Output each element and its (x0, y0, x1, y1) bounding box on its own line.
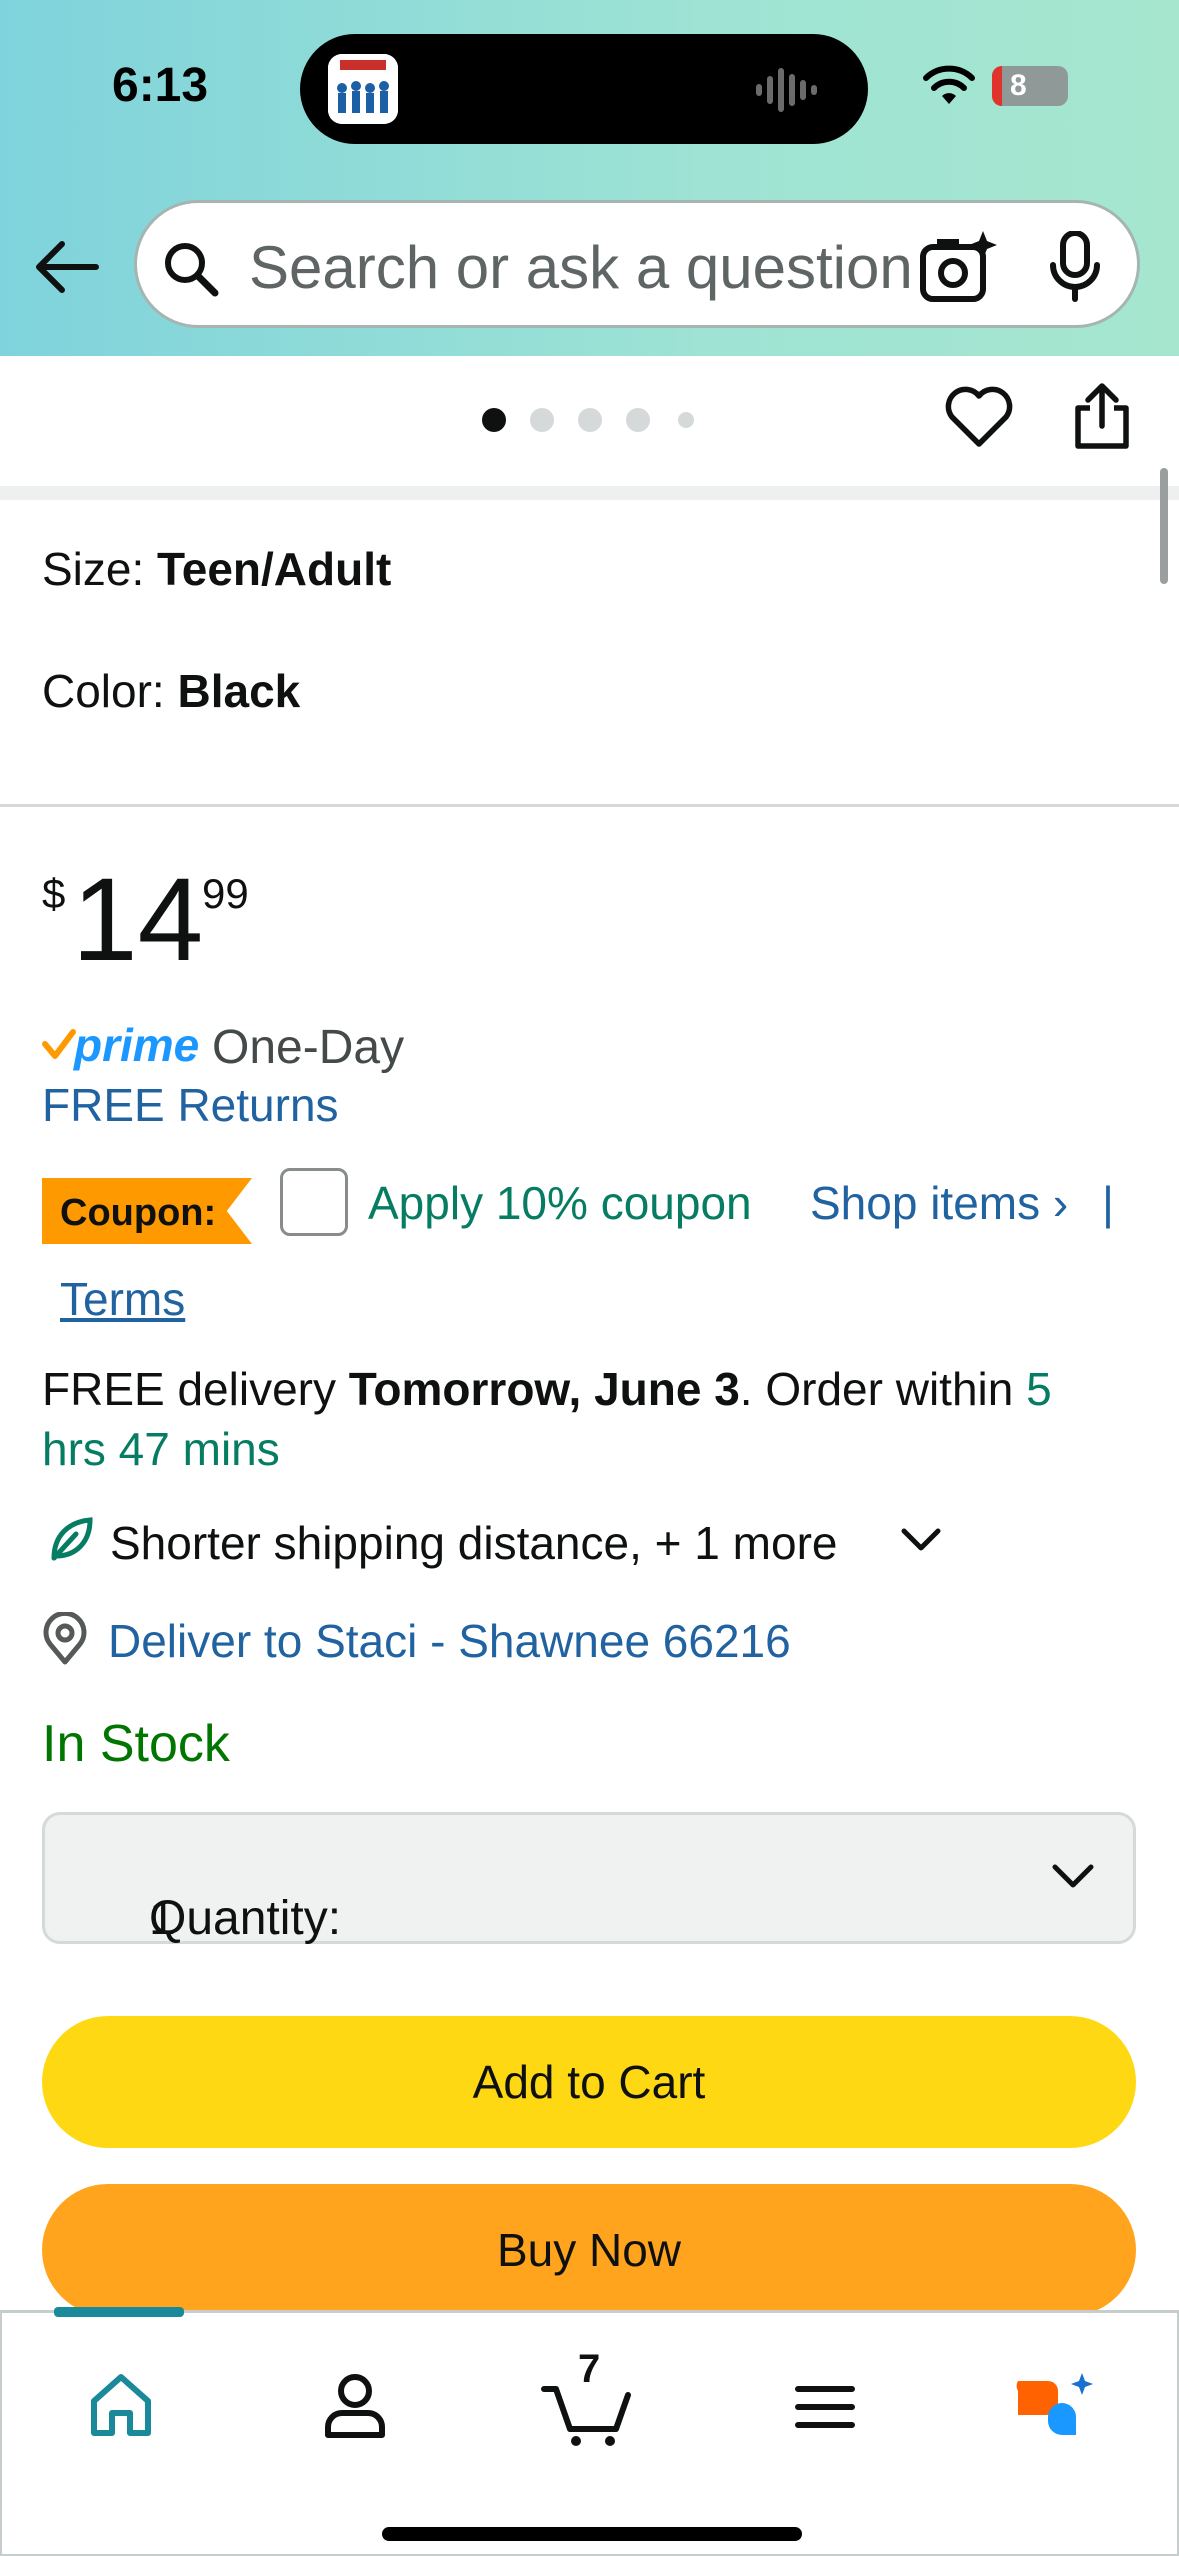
delivery-prefix: FREE delivery (42, 1363, 349, 1415)
active-tab-indicator (54, 2307, 184, 2317)
quantity-dropdown[interactable]: Quantity: 1 (42, 1812, 1136, 1945)
carousel-dot[interactable] (678, 412, 694, 428)
delivery-line: FREE delivery Tomorrow, June 3. Order wi… (42, 1362, 1052, 1416)
bottom-nav: 7 (0, 2307, 1179, 2556)
add-to-cart-button[interactable]: Add to Cart (42, 2016, 1136, 2148)
coupon-separator: | (1102, 1177, 1114, 1229)
now-playing-artwork (328, 54, 398, 124)
carousel-dot-active[interactable] (482, 408, 506, 432)
coupon-terms-link[interactable]: Terms (60, 1272, 185, 1326)
audio-waveform-icon (756, 68, 817, 112)
nav-rufus[interactable] (1004, 2355, 1114, 2455)
nav-account[interactable] (300, 2355, 410, 2455)
delivery-mid: . Order within (739, 1363, 1027, 1415)
nav-menu[interactable] (770, 2355, 880, 2455)
prime-check-icon (42, 1029, 76, 1059)
status-time: 6:13 (112, 59, 209, 112)
color-label: Color: (42, 665, 165, 717)
deliver-to-link[interactable]: Deliver to Staci - Shawnee 66216 (108, 1614, 791, 1668)
location-pin-icon (43, 1612, 87, 1665)
quantity-value: 1 (149, 1892, 176, 1945)
carousel-dot[interactable] (530, 408, 554, 432)
section-separator (0, 486, 1179, 500)
nav-cart[interactable]: 7 (534, 2347, 644, 2455)
prime-word: prime (74, 1019, 200, 1071)
image-carousel-controls (0, 356, 1179, 486)
share-icon[interactable] (1070, 382, 1134, 452)
price-whole: 14 (72, 854, 204, 986)
price-fraction: 99 (202, 870, 249, 917)
shipping-note[interactable]: Shorter shipping distance, + 1 more (110, 1516, 837, 1570)
size-label: Size: (42, 543, 145, 595)
leaf-icon (51, 1517, 93, 1561)
size-value: Teen/Adult (157, 543, 392, 595)
prime-speed: One-Day (212, 1021, 405, 1074)
dynamic-island[interactable] (300, 34, 868, 144)
color-selector[interactable]: Color: Black (42, 664, 300, 718)
search-bar[interactable] (134, 200, 1140, 328)
home-icon (91, 2374, 151, 2436)
price-symbol: $ (42, 870, 66, 917)
back-arrow-icon[interactable] (32, 232, 102, 302)
hamburger-menu-icon (795, 2386, 855, 2428)
nav-home[interactable] (66, 2355, 176, 2455)
stock-status: In Stock (42, 1715, 230, 1773)
color-value: Black (177, 665, 301, 717)
app-header: 6:13 8 Search or ask a question (0, 0, 1179, 356)
delivery-date: Tomorrow, June 3 (348, 1363, 740, 1415)
delivery-countdown-cont: hrs 47 mins (42, 1423, 280, 1475)
apply-coupon-label[interactable]: Apply 10% coupon (368, 1176, 752, 1230)
camera-lens-icon[interactable] (913, 229, 1005, 309)
heart-icon[interactable] (944, 386, 1014, 450)
size-selector[interactable]: Size: Teen/Adult (42, 542, 391, 596)
free-returns-link[interactable]: FREE Returns (42, 1078, 339, 1132)
rufus-ai-icon (1016, 2373, 1093, 2435)
carousel-dot[interactable] (578, 408, 602, 432)
quantity-label: Quantity: (149, 1892, 342, 1945)
scrollbar[interactable] (1160, 468, 1168, 584)
person-icon (325, 2374, 385, 2438)
battery-icon: 8 (992, 66, 1068, 106)
microphone-icon[interactable] (1045, 231, 1105, 303)
coupon-checkbox[interactable] (280, 1168, 348, 1236)
divider (0, 804, 1179, 807)
delivery-countdown: 5 (1026, 1363, 1052, 1415)
battery-level: 8 (1010, 69, 1027, 102)
wifi-icon (923, 65, 975, 104)
chevron-down-icon (1052, 1864, 1094, 1888)
chevron-down-icon[interactable] (900, 1526, 942, 1554)
cart-count: 7 (578, 2347, 601, 2391)
coupon-badge: Coupon: (42, 1178, 252, 1244)
carousel-dot[interactable] (626, 408, 650, 432)
buy-now-button[interactable]: Buy Now (42, 2184, 1136, 2316)
shop-items-link[interactable]: Shop items › (810, 1176, 1068, 1230)
home-indicator (382, 2527, 802, 2541)
search-icon (165, 243, 219, 297)
